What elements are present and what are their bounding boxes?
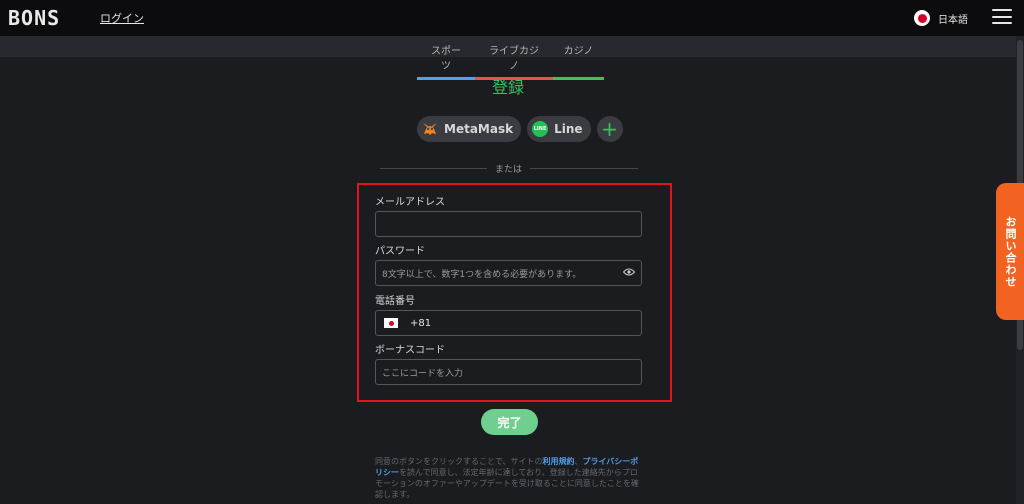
email-field[interactable] <box>375 211 642 237</box>
bonus-code-field[interactable]: ここにコードを入力 <box>375 359 642 385</box>
more-options-button[interactable]: + <box>596 116 623 142</box>
terms-text: 同意のボタンをクリックすることで、サイトの利用規約、プライバシーポリシーを読んで… <box>375 457 639 499</box>
menu-icon[interactable] <box>992 9 1012 24</box>
top-bar: BONS ログイン 日本語 <box>0 0 1024 36</box>
eye-icon[interactable] <box>623 268 635 276</box>
language-label: 日本語 <box>938 14 968 26</box>
contact-us-tab[interactable]: お問い合わせ <box>996 183 1024 320</box>
divider-label: または <box>487 162 531 175</box>
password-placeholder: 8文字以上で、数字1つを含める必要があります。 <box>382 269 582 280</box>
japan-flag-icon[interactable] <box>384 318 398 328</box>
language-selector[interactable]: 日本語 <box>914 10 968 26</box>
metamask-label: MetaMask <box>444 122 514 136</box>
social-login-buttons: MetaMask LINE Line + <box>417 116 623 142</box>
terms-link[interactable]: 利用規約 <box>542 457 574 466</box>
phone-country-code: +81 <box>410 317 432 329</box>
page-title: 登録 <box>491 78 524 97</box>
line-label: Line <box>554 122 583 136</box>
submit-button[interactable]: 完了 <box>481 409 538 435</box>
phone-field[interactable]: +81 <box>375 310 642 336</box>
site-logo[interactable]: BONS <box>8 6 60 30</box>
password-field[interactable]: 8文字以上で、数字1つを含める必要があります。 <box>375 260 642 286</box>
metamask-fox-icon <box>422 121 438 137</box>
bonus-code-label: ボーナスコード <box>375 345 445 356</box>
japan-flag-icon <box>914 10 930 26</box>
phone-label: 電話番号 <box>375 296 415 307</box>
line-button[interactable]: LINE Line <box>527 116 591 142</box>
line-icon: LINE <box>532 121 549 137</box>
login-link[interactable]: ログイン <box>100 10 144 26</box>
bonus-code-placeholder: ここにコードを入力 <box>382 368 464 379</box>
metamask-button[interactable]: MetaMask <box>417 116 522 142</box>
email-label: メールアドレス <box>375 197 445 208</box>
password-label: パスワード <box>375 246 425 257</box>
